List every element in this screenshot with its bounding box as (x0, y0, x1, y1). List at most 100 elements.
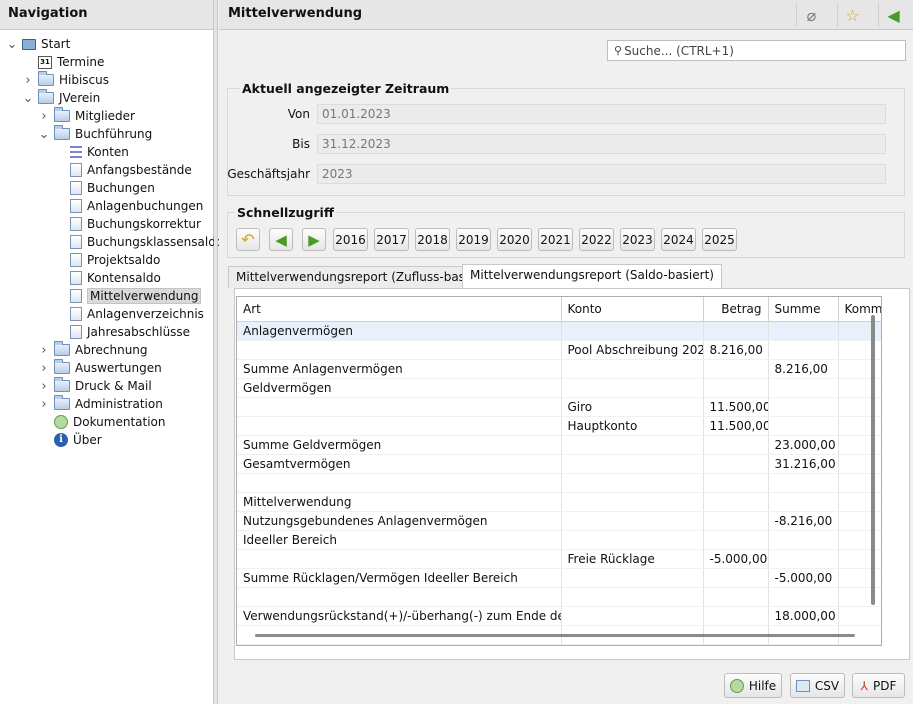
undo-button[interactable]: ↶ (236, 228, 260, 251)
table-row[interactable]: Nutzungsgebundenes Anlagenvermögen -8.216… (237, 511, 881, 531)
nav-item[interactable]: ⌄ Buchführung (38, 125, 152, 143)
column-header[interactable]: Komm (838, 297, 881, 322)
chevron-right-icon[interactable]: › (22, 73, 34, 88)
nav-item[interactable]: Dokumentation (38, 413, 166, 431)
nav-item[interactable]: › Mitglieder (38, 107, 135, 125)
chevron-down-icon[interactable]: ⌄ (22, 91, 34, 106)
year-button[interactable]: 2019 (456, 228, 491, 251)
nav-item-label: Administration (75, 397, 163, 411)
nav-item[interactable]: Jahresabschlüsse (54, 323, 190, 341)
column-header[interactable]: Konto (561, 297, 704, 322)
table-cell (838, 416, 881, 436)
table-row[interactable]: Verwendungsrückstand(+)/-überhang(-) zum… (237, 606, 881, 626)
calendar-icon: 31 (38, 55, 52, 69)
year-button[interactable]: 2022 (579, 228, 614, 251)
help-button[interactable]: Hilfe (724, 673, 782, 698)
year-button[interactable]: 2016 (333, 228, 368, 251)
horizontal-scrollbar[interactable] (255, 634, 855, 637)
table-row[interactable] (237, 587, 881, 607)
table-row[interactable]: Pool Abschreibung 2023 8.216,00 (237, 340, 881, 360)
document-icon (70, 163, 82, 177)
year-button[interactable]: 2023 (620, 228, 655, 251)
table-cell (768, 549, 839, 569)
table-row[interactable]: Summe Geldvermögen 23.000,00 (237, 435, 881, 455)
next-year-button[interactable]: ▶ (302, 228, 326, 251)
table-cell (561, 454, 704, 474)
nav-item[interactable]: 31 Termine (22, 53, 104, 71)
search-input[interactable]: ⚲ Suche... (CTRL+1) (607, 40, 906, 61)
chevron-down-icon[interactable]: ⌄ (38, 127, 50, 142)
document-icon (70, 199, 82, 213)
table-row[interactable]: Geldvermögen (237, 378, 881, 398)
chevron-right-icon[interactable]: › (38, 397, 50, 412)
chevron-right-icon[interactable]: › (38, 379, 50, 394)
nav-item-label: Buchführung (75, 127, 153, 141)
document-icon (70, 253, 82, 267)
computer-icon (22, 38, 36, 50)
table-row[interactable]: Gesamtvermögen 31.216,00 (237, 454, 881, 474)
nav-item[interactable]: Mittelverwendung (54, 287, 202, 305)
table-row[interactable]: Hauptkonto 11.500,00 (237, 416, 881, 436)
table-cell: Mittelverwendung (237, 492, 562, 512)
year-button[interactable]: 2020 (497, 228, 532, 251)
folder-icon (54, 359, 70, 374)
table-cell (768, 397, 839, 417)
table-row[interactable]: Freie Rücklage -5.000,00 (237, 549, 881, 569)
year-button[interactable]: 2018 (415, 228, 450, 251)
nav-item[interactable]: › Auswertungen (38, 359, 162, 377)
nav-item[interactable]: › Druck & Mail (38, 377, 152, 395)
csv-export-button[interactable]: CSV (790, 673, 845, 698)
panel-splitter[interactable] (214, 0, 218, 704)
table-row[interactable] (237, 473, 881, 493)
bookmark-button[interactable]: ☆ (837, 3, 867, 27)
folder-icon (54, 377, 70, 392)
year-button[interactable]: 2017 (374, 228, 409, 251)
attachment-button[interactable]: ⌀ (796, 3, 826, 27)
table-cell (703, 435, 769, 455)
pdf-export-button[interactable]: ⅄ PDF (852, 673, 905, 698)
chevron-right-icon[interactable]: › (38, 361, 50, 376)
table-cell (237, 549, 562, 569)
chevron-down-icon[interactable]: ⌄ (6, 37, 18, 52)
nav-item[interactable]: ⌄ JVerein (22, 89, 100, 107)
nav-item[interactable]: Anfangsbestände (54, 161, 192, 179)
nav-item[interactable]: › Administration (38, 395, 163, 413)
year-button[interactable]: 2021 (538, 228, 573, 251)
previous-year-button[interactable]: ◀ (269, 228, 293, 251)
nav-item[interactable]: Buchungskorrektur (54, 215, 201, 233)
table-row[interactable]: Giro 11.500,00 (237, 397, 881, 417)
nav-item[interactable]: Projektsaldo (54, 251, 160, 269)
nav-item[interactable]: Konten (54, 143, 129, 161)
table-row[interactable]: Ideeller Bereich (237, 530, 881, 550)
document-icon (70, 217, 82, 231)
nav-item[interactable]: Buchungsklassensaldo (54, 233, 223, 251)
table-body: Anlagenvermögen Pool Abschreibung 2023 8.2… (237, 321, 881, 645)
nav-item[interactable]: Buchungen (54, 179, 155, 197)
nav-item[interactable]: › Abrechnung (38, 341, 148, 359)
undo-arrow-icon: ↶ (241, 230, 255, 249)
table-row[interactable]: Summe Anlagenvermögen 8.216,00 (237, 359, 881, 379)
nav-item[interactable]: Anlagenbuchungen (54, 197, 203, 215)
tab-zufluss-basiert[interactable]: Mittelverwendungsreport (Zufluss-basiert… (228, 266, 498, 288)
table-cell (838, 435, 881, 455)
nav-item[interactable]: ⌄ Start (6, 35, 71, 53)
column-header[interactable]: Summe (768, 297, 839, 322)
nav-item[interactable]: Kontensaldo (54, 269, 161, 287)
column-header[interactable]: Art (237, 297, 562, 322)
table-cell: 18.000,00 (768, 606, 839, 626)
year-button[interactable]: 2024 (661, 228, 696, 251)
nav-item[interactable]: Anlagenverzeichnis (54, 305, 204, 323)
nav-item[interactable]: i Über (38, 431, 102, 449)
report-table[interactable]: Art Konto Betrag Summe Komm Anlagenvermögen P… (236, 296, 882, 646)
chevron-right-icon[interactable]: › (38, 343, 50, 358)
back-button[interactable]: ◀ (878, 3, 908, 27)
chevron-right-icon[interactable]: › (38, 109, 50, 124)
table-row[interactable]: Mittelverwendung (237, 492, 881, 512)
year-button[interactable]: 2025 (702, 228, 737, 251)
tab-saldo-basiert[interactable]: Mittelverwendungsreport (Saldo-basiert) (462, 264, 722, 288)
column-header[interactable]: Betrag (703, 297, 769, 322)
vertical-scrollbar[interactable] (871, 315, 875, 605)
table-row[interactable]: Summe Rücklagen/Vermögen Ideeller Bereic… (237, 568, 881, 588)
table-row[interactable]: Anlagenvermögen (237, 321, 881, 341)
nav-item[interactable]: › Hibiscus (22, 71, 109, 89)
